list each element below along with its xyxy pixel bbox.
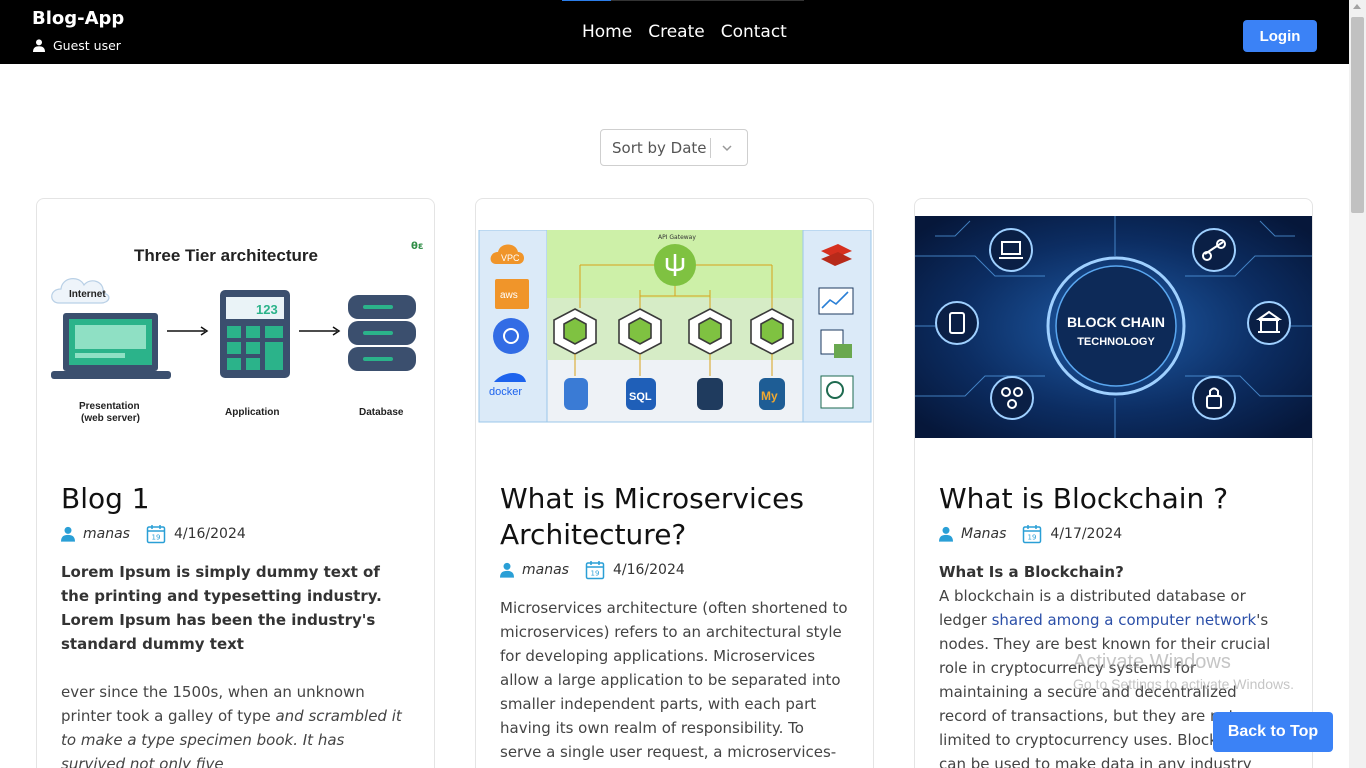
scroll-up-arrow-icon[interactable] (1353, 4, 1361, 9)
blog-title[interactable]: What is Blockchain ? (939, 481, 1299, 517)
microservices-architecture-image: API Gateway SQL My VPC aws docker (478, 230, 872, 423)
svg-text:docker: docker (489, 386, 522, 398)
nav-create-link[interactable]: Create (648, 22, 705, 42)
blog-card[interactable]: Three Tier architecture θε Internet Pres… (36, 198, 435, 768)
blockchain-technology-image: BLOCK CHAIN TECHNOLOGY (915, 216, 1312, 438)
presentation-sub-label: (web server) (81, 413, 140, 424)
user-label: Guest user (53, 38, 121, 53)
author-name: manas (83, 526, 130, 542)
svg-text:19: 19 (152, 534, 161, 542)
block-chain-label: BLOCK CHAIN (1067, 314, 1165, 330)
author-name: manas (522, 562, 569, 578)
post-date: 4/16/2024 (612, 562, 685, 578)
api-gateway-label: API Gateway (658, 234, 696, 241)
calendar-icon: 19 (146, 525, 166, 544)
post-date: 4/16/2024 (173, 526, 246, 542)
activate-windows-watermark: Activate Windows Go to Settings to activ… (1073, 651, 1294, 692)
blog-title[interactable]: Blog 1 (61, 481, 421, 517)
svg-text:19: 19 (591, 570, 600, 578)
scrollbar[interactable] (1349, 0, 1366, 768)
nav-contact-link[interactable]: Contact (721, 22, 787, 42)
brand-title[interactable]: Blog-App (32, 8, 124, 29)
svg-text:123: 123 (256, 302, 278, 317)
author-icon (939, 526, 953, 542)
author-icon (500, 562, 514, 578)
scroll-thumb[interactable] (1351, 17, 1364, 213)
login-button[interactable]: Login (1243, 20, 1317, 52)
nav-home-link[interactable]: Home (582, 22, 632, 42)
image-title: Three Tier architecture (134, 246, 318, 265)
blog-meta: manas 19 4/16/2024 (61, 524, 246, 544)
sort-select[interactable]: Sort by Date (600, 129, 748, 166)
nav-links: Home Create Contact (582, 22, 787, 42)
author-name: Manas (961, 526, 1007, 542)
nav-active-indicator (562, 0, 804, 1)
computer-network-link[interactable]: shared among a computer network (992, 611, 1257, 629)
post-date: 4/17/2024 (1050, 526, 1123, 542)
blog-meta: manas 19 4/16/2024 (500, 560, 685, 580)
database-label: Database (359, 407, 404, 418)
blog-title[interactable]: What is Microservices Architecture? (500, 481, 860, 553)
presentation-label: Presentation (79, 401, 140, 412)
calendar-icon: 19 (585, 561, 605, 580)
svg-text:19: 19 (1028, 534, 1037, 542)
gfg-logo-icon: θε (411, 241, 423, 252)
technology-label: TECHNOLOGY (1077, 336, 1155, 348)
database-icon (348, 295, 416, 371)
author-icon (61, 526, 75, 542)
navbar: Blog-App Guest user Home Create Contact … (0, 0, 1349, 64)
blog-lead-text: Lorem Ipsum is simply dummy text of the … (61, 563, 382, 653)
guest-user: Guest user (33, 38, 121, 53)
blog-subheading: What Is a Blockchain? (939, 563, 1124, 581)
calendar-icon: 19 (1023, 525, 1042, 544)
svg-text:SQL: SQL (629, 391, 652, 403)
svg-text:VPC: VPC (501, 253, 520, 263)
blog-meta: Manas 19 4/17/2024 (939, 524, 1122, 544)
three-tier-architecture-image: Three Tier architecture θε Internet Pres… (37, 215, 434, 437)
internet-label: Internet (69, 289, 106, 300)
application-label: Application (225, 407, 279, 418)
svg-text:aws: aws (500, 290, 518, 301)
sort-separator (710, 138, 711, 158)
svg-text:My: My (761, 389, 778, 403)
blog-excerpt: Microservices architecture (often shorte… (500, 599, 848, 768)
user-icon (33, 39, 45, 52)
blog-excerpt: ever since the 1500s, when an unknown pr… (61, 683, 402, 768)
sort-selected-value: Sort by Date (612, 139, 707, 157)
chevron-down-icon (722, 145, 732, 152)
back-to-top-button[interactable]: Back to Top (1213, 712, 1333, 752)
blog-card[interactable]: API Gateway SQL My VPC aws docker What i… (475, 198, 874, 768)
